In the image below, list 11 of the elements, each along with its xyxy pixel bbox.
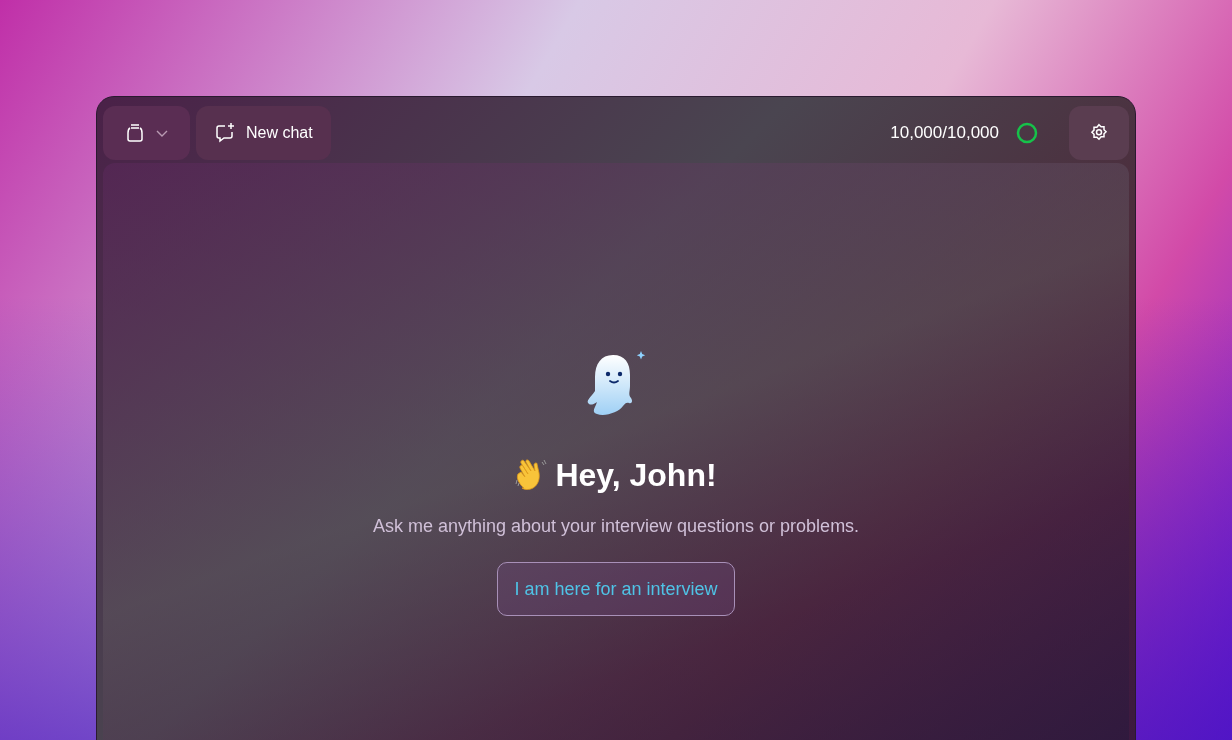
status-ring-icon [1015,121,1039,145]
credits-reading: 10,000/10,000 [890,122,999,145]
vault-dropdown[interactable] [103,106,190,160]
settings-button[interactable] [1069,106,1129,160]
jar-icon [124,123,145,143]
chat-plus-icon [214,122,236,144]
subtitle: Ask me anything about your interview questions or problems. [372,515,860,538]
new-chat-button[interactable]: New chat [196,106,331,160]
settings-icon [1089,123,1109,143]
suggestion-button[interactable]: I am here for an interview [497,562,735,616]
greeting: Hey, John! [555,456,717,495]
